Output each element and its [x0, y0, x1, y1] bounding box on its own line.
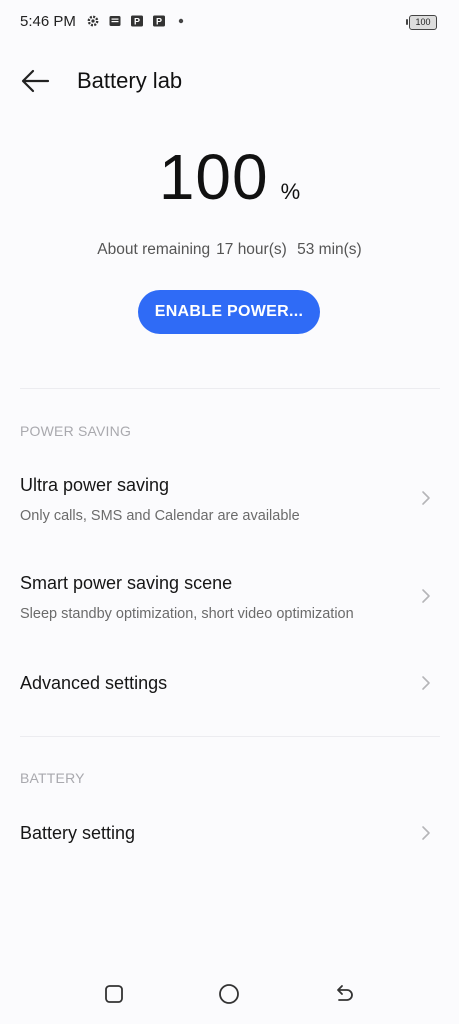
p-app-icon: P	[131, 15, 143, 27]
chevron-right-icon	[422, 491, 430, 505]
chevron-right-icon	[422, 826, 430, 840]
svg-text:P: P	[134, 17, 140, 27]
section-label-battery: BATTERY	[20, 770, 85, 786]
home-icon[interactable]	[217, 982, 241, 1006]
ultra-power-saving-item[interactable]: Ultra power saving Only calls, SMS and C…	[0, 462, 459, 540]
battery-percent-value: 100	[158, 141, 269, 213]
system-nav-bar	[0, 970, 459, 1016]
back-icon[interactable]	[331, 982, 355, 1006]
battery-status-icon: 100	[406, 15, 437, 30]
status-bar: 5:46 PM P P 100	[0, 0, 459, 46]
row-title: Advanced settings	[20, 673, 168, 693]
page-title: Battery lab	[77, 68, 183, 93]
battery-setting-item[interactable]: Battery setting	[0, 810, 459, 860]
smart-power-saving-scene-item[interactable]: Smart power saving scene Sleep standby o…	[0, 560, 459, 638]
remaining-time: About remaining 17 hour(s) 53 min(s)	[0, 241, 459, 259]
row-subtitle: Only calls, SMS and Calendar are availab…	[20, 508, 300, 524]
advanced-settings-item[interactable]: Advanced settings	[0, 660, 459, 710]
settings-gear-icon	[87, 15, 99, 27]
p-app-icon: P	[153, 15, 165, 27]
divider	[20, 736, 440, 737]
status-icons: P P	[86, 14, 188, 28]
chevron-right-icon	[422, 676, 430, 690]
divider	[20, 388, 440, 389]
row-title: Ultra power saving	[20, 475, 170, 495]
row-title: Smart power saving scene	[20, 573, 233, 593]
remaining-minutes: 53 min(s)	[297, 241, 362, 258]
battery-percent-unit: %	[280, 179, 301, 204]
chevron-right-icon	[422, 589, 430, 603]
arrow-left-icon[interactable]	[18, 66, 52, 96]
recent-apps-icon[interactable]	[102, 982, 126, 1006]
row-title: Battery setting	[20, 823, 136, 843]
remaining-hours: 17 hour(s)	[216, 241, 287, 258]
enable-power-button[interactable]: ENABLE POWER...	[138, 290, 320, 334]
status-time: 5:46 PM	[20, 13, 76, 30]
battery-percent-display: 100%	[0, 140, 459, 214]
dot-icon	[178, 18, 184, 24]
section-label-power-saving: POWER SAVING	[20, 423, 132, 439]
row-subtitle: Sleep standby optimization, short video …	[20, 606, 354, 622]
message-icon	[109, 16, 121, 26]
app-header: Battery lab	[0, 56, 459, 106]
remaining-prefix: About remaining	[97, 241, 211, 258]
svg-text:P: P	[156, 17, 162, 27]
